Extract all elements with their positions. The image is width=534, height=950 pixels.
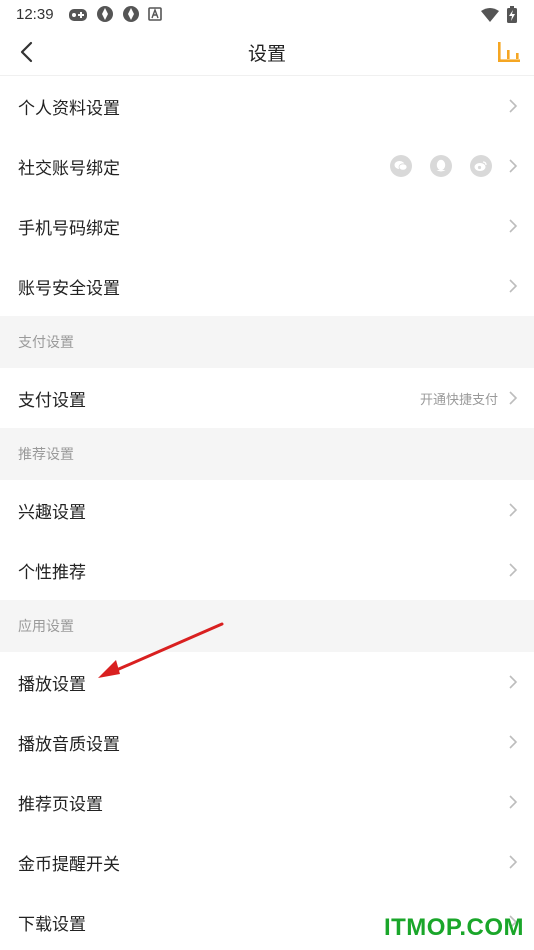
row-account-security[interactable]: 账号安全设置 <box>0 256 534 316</box>
row-recommend-page[interactable]: 推荐页设置 <box>0 772 534 832</box>
section-header-app: 应用设置 <box>0 600 534 652</box>
watermark: ITMOP.COM <box>383 914 524 941</box>
row-label: 兴趣设置 <box>18 502 86 523</box>
app-icon <box>122 5 140 23</box>
row-personal-recommend[interactable]: 个性推荐 <box>0 540 534 600</box>
app-icon <box>96 5 114 23</box>
row-audio-quality[interactable]: 播放音质设置 <box>0 712 534 772</box>
battery-charging-icon <box>506 6 518 28</box>
chevron-right-icon <box>509 855 518 869</box>
chevron-right-icon <box>509 219 518 233</box>
section-label: 支付设置 <box>18 335 74 351</box>
row-label: 账号安全设置 <box>18 278 120 299</box>
row-label: 手机号码绑定 <box>18 218 120 239</box>
chevron-right-icon <box>509 735 518 749</box>
section-label: 推荐设置 <box>18 447 74 463</box>
a-icon <box>147 7 162 21</box>
row-label: 播放音质设置 <box>18 734 120 755</box>
game-icon <box>68 6 88 22</box>
chevron-right-icon <box>509 159 518 173</box>
qq-icon[interactable] <box>430 155 452 177</box>
chevron-right-icon <box>509 675 518 689</box>
chevron-right-icon <box>509 391 518 405</box>
status-right <box>480 6 518 28</box>
wechat-icon[interactable] <box>390 155 412 177</box>
chevron-right-icon <box>509 99 518 113</box>
row-payment-settings[interactable]: 支付设置 开通快捷支付 <box>0 368 534 428</box>
chevron-right-icon <box>509 563 518 577</box>
row-coin-reminder[interactable]: 金币提醒开关 <box>0 832 534 892</box>
row-label: 支付设置 <box>18 390 86 411</box>
section-header-payment: 支付设置 <box>0 316 534 368</box>
row-profile-settings[interactable]: 个人资料设置 <box>0 76 534 136</box>
section-label: 应用设置 <box>18 619 74 635</box>
chevron-right-icon <box>509 279 518 293</box>
wifi-icon <box>480 7 500 27</box>
bar-chart-icon <box>498 42 520 62</box>
chevron-right-icon <box>509 503 518 517</box>
row-social-binding[interactable]: 社交账号绑定 <box>0 136 534 196</box>
row-interest-settings[interactable]: 兴趣设置 <box>0 480 534 540</box>
settings-list: 个人资料设置 社交账号绑定 手机号码绑定 账号安全设置 支付设置 支付设置 开通… <box>0 76 534 950</box>
chart-button[interactable] <box>496 40 522 64</box>
row-playback-settings[interactable]: 播放设置 <box>0 652 534 712</box>
row-label: 下载设置 <box>18 914 86 935</box>
row-label: 金币提醒开关 <box>18 854 120 875</box>
status-icons <box>68 5 162 23</box>
row-phone-binding[interactable]: 手机号码绑定 <box>0 196 534 256</box>
section-header-recommend: 推荐设置 <box>0 428 534 480</box>
row-label: 个人资料设置 <box>18 98 120 119</box>
chevron-right-icon <box>509 795 518 809</box>
row-value: 开通快捷支付 <box>419 392 498 408</box>
header: 设置 <box>0 28 534 76</box>
weibo-icon[interactable] <box>470 155 492 177</box>
row-label: 播放设置 <box>18 674 86 695</box>
status-bar: 12:39 <box>0 0 534 28</box>
row-label: 个性推荐 <box>18 562 86 583</box>
row-label: 推荐页设置 <box>18 794 103 815</box>
page-title: 设置 <box>247 43 286 65</box>
row-label: 社交账号绑定 <box>18 158 120 179</box>
status-time: 12:39 <box>16 5 54 23</box>
